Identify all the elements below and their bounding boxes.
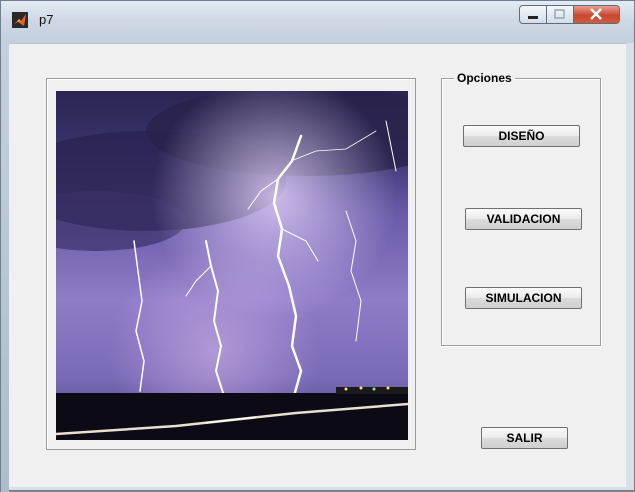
app-window: p7 Opciones DISEÑO VALIDACION SIMULACION…	[0, 0, 635, 492]
simulation-button[interactable]: SIMULACION	[465, 287, 582, 309]
image-axes-panel	[46, 78, 416, 450]
matlab-icon	[12, 12, 28, 28]
exit-button[interactable]: SALIR	[481, 427, 568, 449]
close-icon	[590, 8, 602, 20]
window-frame-left	[1, 43, 9, 492]
maximize-icon	[554, 9, 565, 19]
minimize-icon	[528, 16, 538, 19]
design-button[interactable]: DISEÑO	[463, 125, 580, 147]
options-group-title: Opciones	[454, 71, 515, 85]
window-controls	[519, 5, 620, 25]
close-button[interactable]	[574, 5, 620, 24]
title-bar[interactable]: p7	[1, 1, 634, 43]
validation-button[interactable]: VALIDACION	[465, 208, 582, 230]
maximize-button[interactable]	[547, 5, 574, 24]
lightning-storm-image	[56, 91, 408, 440]
window-title: p7	[39, 12, 54, 27]
minimize-button[interactable]	[519, 5, 547, 24]
